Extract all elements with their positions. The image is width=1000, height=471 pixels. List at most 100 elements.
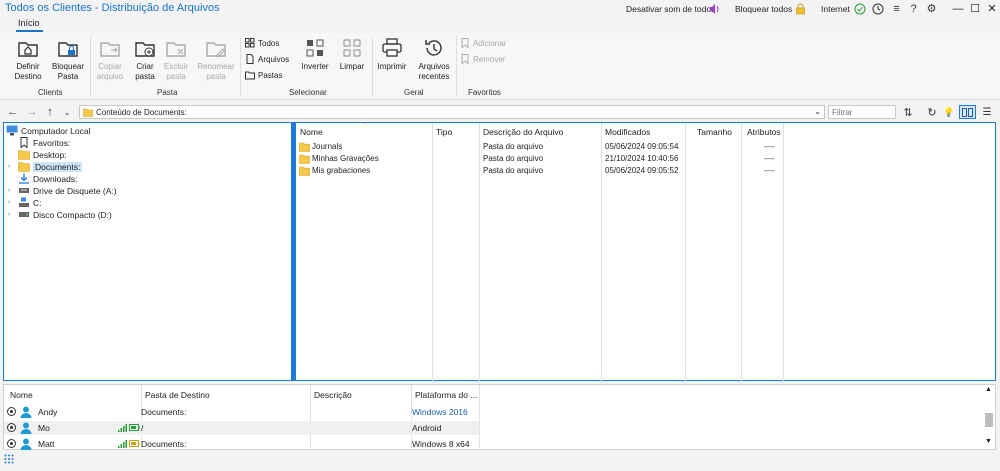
arquivos-recentes-button[interactable]: Arquivos recentes <box>414 37 454 81</box>
window-title: Todos os Clientes - Distribuição de Arqu… <box>5 2 220 14</box>
client-row[interactable]: Matt Documents: Windows 8 x64 <box>4 437 479 451</box>
client-column-descricao[interactable]: Descrição <box>314 390 352 400</box>
client-list: Nome Pasta de Destino Descrição Platafor… <box>3 384 996 451</box>
column-header-nome[interactable]: Nome <box>300 127 323 137</box>
file-row[interactable]: Journals Pasta do arquivo 05/06/2024 09:… <box>296 141 783 153</box>
user-icon <box>20 406 32 418</box>
group-pasta-label: Pasta <box>157 88 178 97</box>
client-row[interactable]: Andy Documents: Windows 2016 <box>4 405 479 419</box>
group-geral-label: Geral <box>404 88 424 97</box>
limpar-label: Limpar <box>339 62 365 71</box>
address-bar[interactable]: Conteúdo de Documents: ⌄ <box>79 105 825 119</box>
client-radio[interactable] <box>7 423 16 432</box>
bookmark-add-icon <box>461 38 469 48</box>
folder-lock-icon <box>58 42 78 57</box>
tree-item-disquete[interactable]: › Drive de Disquete (A:) <box>8 185 117 196</box>
tree-item-desktop[interactable]: Desktop: <box>18 149 67 160</box>
close-button[interactable]: ✕ <box>982 0 1000 17</box>
tree-item-disco-compacto[interactable]: › Disco Compacto (D:) <box>8 209 112 220</box>
client-column-plataforma[interactable]: Plataforma do ... <box>415 390 477 400</box>
chevron-down-icon[interactable]: ⌄ <box>60 105 74 119</box>
column-header-tipo[interactable]: Tipo <box>436 127 452 137</box>
file-row[interactable]: Mis grabaciones Pasta do arquivo 05/06/2… <box>296 165 783 177</box>
renomear-pasta-button[interactable]: Renomear pasta <box>196 37 236 81</box>
adicionar-favorito-button[interactable]: Adicionar <box>460 38 506 48</box>
clock-icon[interactable] <box>871 2 884 15</box>
client-radio[interactable] <box>7 439 16 448</box>
download-icon <box>19 173 29 184</box>
chevron-right-icon[interactable]: › <box>8 163 15 170</box>
file-description: Pasta do arquivo <box>483 154 544 163</box>
tree-root-label: Computador Local <box>21 125 91 136</box>
file-attributes: ---- <box>764 166 775 175</box>
column-divider[interactable] <box>783 123 784 382</box>
forward-arrow-icon[interactable]: → <box>25 105 39 119</box>
bloquear-pasta-button[interactable]: Bloquear Pasta <box>50 37 86 81</box>
file-row[interactable]: Minhas Gravações Pasta do arquivo 21/10/… <box>296 153 783 165</box>
column-header-atributos[interactable]: Atributos <box>747 127 781 137</box>
remover-favorito-button[interactable]: Remover <box>460 54 505 64</box>
tree-item-downloads[interactable]: Downloads: <box>18 173 77 184</box>
scrollbar-thumb[interactable] <box>985 413 993 427</box>
copiar-arquivo-label: Copiar arquivo <box>96 62 124 81</box>
tree-item-label: Downloads: <box>33 173 78 184</box>
signal-icon <box>118 440 127 448</box>
lock-icon[interactable] <box>794 2 807 15</box>
client-column-destino[interactable]: Pasta de Destino <box>145 390 210 400</box>
column-header-tamanho[interactable]: Tamanho <box>697 127 732 137</box>
limpar-button[interactable]: Limpar <box>335 37 369 72</box>
tree-item-computador-local[interactable]: Computador Local <box>6 125 90 136</box>
help-icon[interactable]: ? <box>907 2 920 15</box>
chevron-right-icon[interactable]: › <box>8 211 15 218</box>
select-todos-button[interactable]: Todos <box>245 38 279 48</box>
lock-all-button[interactable]: Bloquear todos <box>735 4 792 14</box>
sort-icon[interactable]: ⇅ <box>901 105 915 119</box>
column-divider[interactable] <box>479 385 480 451</box>
refresh-icon[interactable]: ↻ <box>925 105 939 119</box>
imprimir-button[interactable]: Imprimir <box>374 37 410 72</box>
chevron-right-icon[interactable]: › <box>8 187 15 194</box>
tree-item-favoritos[interactable]: Favoritos: <box>18 137 70 148</box>
client-list-scrollbar[interactable]: ▲ ▼ <box>983 385 995 449</box>
up-arrow-icon[interactable]: ↑ <box>43 105 57 119</box>
history-icon <box>425 40 442 56</box>
menu-icon[interactable]: ≡ <box>890 2 903 15</box>
column-header-modificados[interactable]: Modificados <box>605 127 650 137</box>
chevron-down-icon[interactable]: ⌄ <box>814 107 821 116</box>
drag-grip-icon[interactable] <box>4 454 14 464</box>
client-column-nome[interactable]: Nome <box>10 390 33 400</box>
definir-destino-button[interactable]: Definir Destino <box>10 37 46 81</box>
criar-pasta-label: Criar pasta <box>135 62 155 81</box>
gear-icon[interactable]: ⚙ <box>925 2 938 15</box>
printer-icon <box>382 38 402 57</box>
copiar-arquivo-button[interactable]: Copiar arquivo <box>92 37 128 81</box>
file-attributes: ---- <box>764 154 775 163</box>
tree-item-label: C: <box>33 197 42 208</box>
inverter-button[interactable]: Inverter <box>298 37 332 72</box>
copy-folder-icon <box>100 42 120 57</box>
tree-item-documents[interactable]: › Documents: <box>8 161 83 172</box>
client-row[interactable]: Mo / Android <box>4 421 479 435</box>
column-header-descricao[interactable]: Descrição do Arquivo <box>483 127 563 137</box>
battery-icon <box>129 424 140 431</box>
select-pastas-button[interactable]: Pastas <box>245 70 282 80</box>
speaker-icon[interactable] <box>708 2 721 15</box>
filter-input[interactable]: Filtrar <box>828 105 896 119</box>
lightbulb-icon[interactable]: 💡 <box>942 105 956 119</box>
mute-all-button[interactable]: Desativar som de todos <box>626 4 715 14</box>
select-arquivos-button[interactable]: Arquivos <box>245 54 289 64</box>
list-view-icon[interactable]: ☰ <box>980 105 994 119</box>
excluir-pasta-button[interactable]: Excluir pasta <box>158 37 194 81</box>
back-arrow-icon[interactable]: ← <box>6 105 20 119</box>
chevron-right-icon[interactable]: › <box>8 199 15 206</box>
tree-item-label: Favoritos: <box>33 137 71 148</box>
client-platform: Android <box>412 423 442 433</box>
client-radio[interactable] <box>7 407 16 416</box>
scroll-up-icon[interactable]: ▲ <box>985 386 992 393</box>
todos-label: Todos <box>258 38 280 48</box>
delete-folder-icon <box>166 42 186 57</box>
tree-item-c[interactable]: › C: <box>8 197 42 208</box>
tab-inicio[interactable]: Início <box>18 18 40 28</box>
details-view-icon[interactable] <box>959 105 976 119</box>
scroll-down-icon[interactable]: ▼ <box>985 438 992 445</box>
